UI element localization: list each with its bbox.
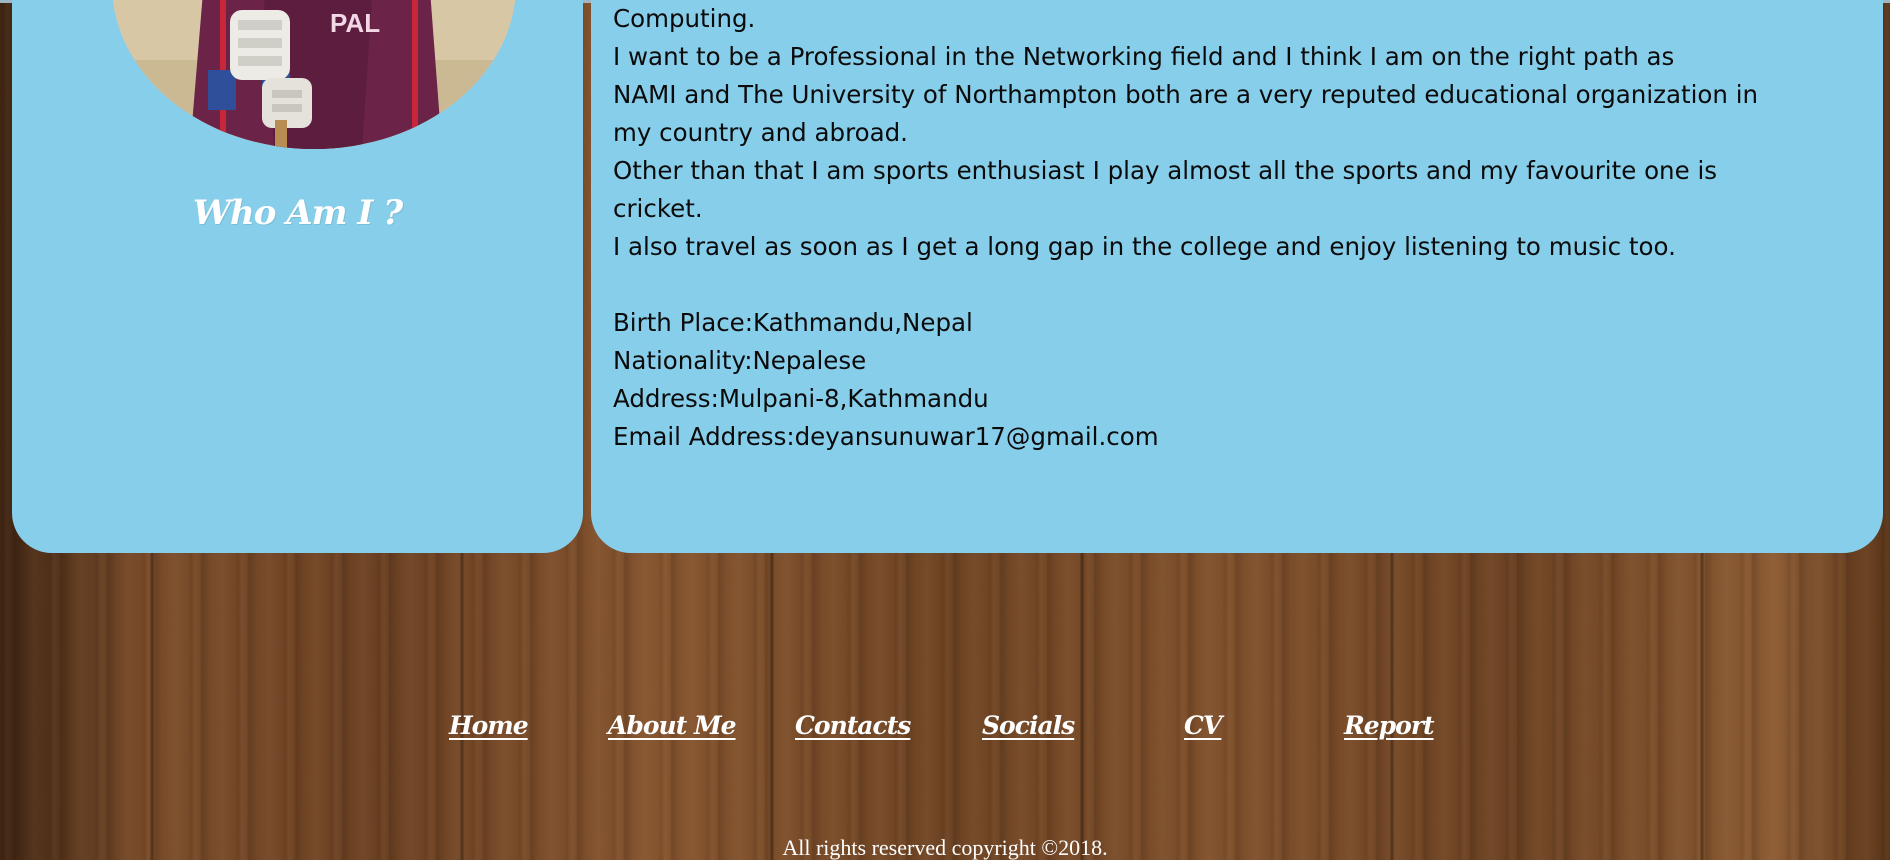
copyright-text: All rights reserved copyright ©2018. xyxy=(782,835,1108,860)
nav-link-about-me[interactable]: About Me xyxy=(608,711,737,740)
bio-line: NAMI and The University of Northampton b… xyxy=(613,80,1759,109)
nav-link-report[interactable]: Report xyxy=(1344,711,1435,740)
email-address: Email Address:deyansunuwar17@gmail.com xyxy=(613,422,1159,451)
bio-line: my country and abroad. xyxy=(613,118,908,147)
bio-line: cricket. xyxy=(613,194,703,223)
bio-line: Other than that I am sports enthusiast I… xyxy=(613,156,1718,185)
birth-place: Birth Place:Kathmandu,Nepal xyxy=(613,308,973,337)
bio-text: Computing. I want to be a Professional i… xyxy=(613,0,1863,456)
nav-link-cv[interactable]: CV xyxy=(1184,711,1222,740)
nav-link-home[interactable]: Home xyxy=(449,711,529,740)
who-am-i-heading: Who Am I ? xyxy=(192,193,403,233)
footer-nav: Home About Me Contacts Socials CV Report xyxy=(0,711,1890,751)
profile-photo: PAL xyxy=(112,0,516,149)
bio-panel: Computing. I want to be a Professional i… xyxy=(591,0,1883,553)
jersey-text: PAL xyxy=(330,8,380,38)
bio-spacer xyxy=(613,266,1863,304)
nav-link-contacts[interactable]: Contacts xyxy=(795,711,911,740)
address: Address:Mulpani-8,Kathmandu xyxy=(613,384,989,413)
bio-line: I also travel as soon as I get a long ga… xyxy=(613,232,1676,261)
bio-line: I want to be a Professional in the Netwo… xyxy=(613,42,1675,71)
nationality: Nationality:Nepalese xyxy=(613,346,867,375)
nav-link-socials[interactable]: Socials xyxy=(982,711,1075,740)
cricketer-photo-illustration: PAL xyxy=(112,0,516,149)
bio-line: Computing. xyxy=(613,4,756,33)
profile-panel: PAL Who Am I ? xyxy=(12,0,583,553)
